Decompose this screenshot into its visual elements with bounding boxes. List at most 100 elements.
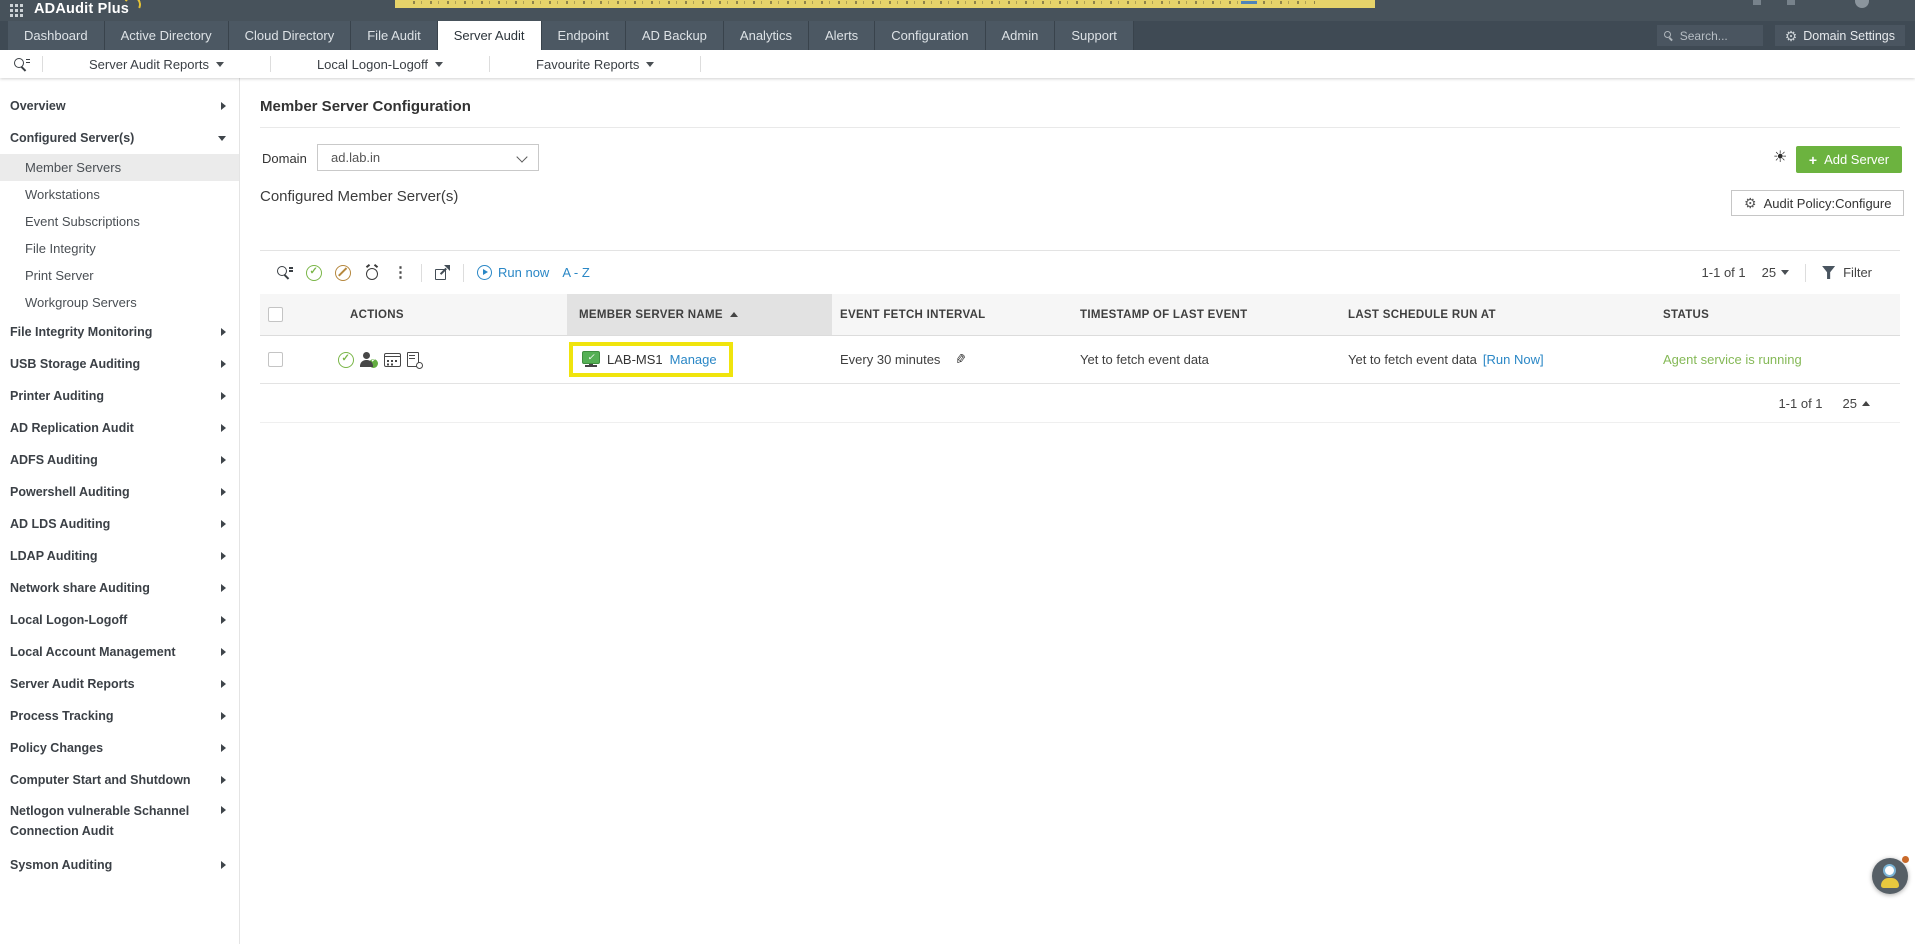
global-search-input[interactable]: Search... [1656,25,1763,46]
sidebar-item-server-audit-reports[interactable]: Server Audit Reports [0,668,239,700]
export-icon[interactable] [435,265,450,280]
apps-grid-icon[interactable] [10,4,23,17]
domain-select[interactable]: ad.lab.in [317,144,539,171]
reports-bar: Server Audit Reports Local Logon-Logoff … [0,50,1915,78]
app-logo: ADAudit Plus [34,1,130,17]
footer-page-size-select[interactable]: 25 [1843,396,1870,411]
audit-policy-configure-button[interactable]: ⚙ Audit Policy:Configure [1731,190,1905,216]
tab-dashboard[interactable]: Dashboard [8,21,105,50]
enabled-status-icon[interactable] [338,351,354,368]
tab-file-audit[interactable]: File Audit [351,21,438,50]
tab-analytics[interactable]: Analytics [723,21,809,50]
row-checkbox[interactable] [268,352,283,367]
divider [463,263,464,282]
tab-endpoint[interactable]: Endpoint [541,21,626,50]
sidebar-item-ad-lds-auditing[interactable]: AD LDS Auditing [0,508,239,540]
sidebar-item-policy-changes[interactable]: Policy Changes [0,732,239,764]
user-avatar-icon[interactable] [1855,0,1869,8]
tab-server-audit[interactable]: Server Audit [437,21,542,50]
menu-server-audit-reports[interactable]: Server Audit Reports [55,57,258,72]
tab-alerts[interactable]: Alerts [808,21,876,50]
manage-agent-icon[interactable] [360,351,378,368]
report-search-icon[interactable] [13,56,30,73]
table-row: LAB-MS1 Manage Every 30 minutes Yet to f… [260,336,1900,384]
sidebar-item-process-tracking[interactable]: Process Tracking [0,700,239,732]
audit-report-icon[interactable] [407,352,423,369]
select-all-checkbox[interactable] [268,307,283,322]
menu-favourite-reports[interactable]: Favourite Reports [502,57,688,72]
schedule-icon[interactable] [384,352,401,367]
sidebar-item-adfs-auditing[interactable]: ADFS Auditing [0,444,239,476]
run-now-link[interactable]: [Run Now] [1483,352,1544,367]
sidebar-item-configured-servers[interactable]: Configured Server(s) [0,122,239,154]
tab-ad-backup[interactable]: AD Backup [625,21,724,50]
member-server-cell: LAB-MS1 Manage [567,342,832,377]
section-title: Configured Member Server(s) [260,188,459,205]
sidebar-item-local-account-management[interactable]: Local Account Management [0,636,239,668]
sidebar-item-label: Network share Auditing [10,581,150,595]
sidebar-item-label: AD LDS Auditing [10,517,111,531]
sidebar-item-overview[interactable]: Overview [0,90,239,122]
more-options-icon[interactable]: ⋮ [393,264,408,281]
sidebar-item-ldap-auditing[interactable]: LDAP Auditing [0,540,239,572]
filter-button[interactable]: Filter [1822,265,1872,280]
column-header-member-server-name[interactable]: MEMBER SERVER NAME [567,294,832,335]
chevron-down-icon [516,151,528,163]
timestamp-cell: Yet to fetch event data [1080,352,1209,367]
footer-page-info: 1-1 of 1 [1778,395,1823,411]
sidebar-item-sysmon-auditing[interactable]: Sysmon Auditing [0,849,239,881]
table-header-row: ACTIONS MEMBER SERVER NAME EVENT FETCH I… [260,294,1900,336]
chevron-right-icon [221,488,226,496]
sidebar-item-print-server[interactable]: Print Server [0,262,239,289]
tab-admin[interactable]: Admin [985,21,1056,50]
tab-support[interactable]: Support [1055,21,1134,50]
chevron-right-icon [221,776,226,784]
notification-banner [395,0,1375,8]
search-placeholder: Search... [1679,28,1728,43]
sidebar-item-local-logon-logoff[interactable]: Local Logon-Logoff [0,604,239,636]
add-server-button[interactable]: + Add Server [1796,146,1902,173]
sidebar-item-netlogon-schannel-audit[interactable]: Netlogon vulnerable Schannel Connection … [0,796,239,849]
sidebar-item-file-integrity[interactable]: File Integrity [0,235,239,262]
assistant-bot-button[interactable] [1872,856,1909,894]
domain-settings-button[interactable]: ⚙ Domain Settings [1774,25,1905,46]
sidebar-item-computer-start-shutdown[interactable]: Computer Start and Shutdown [0,764,239,796]
sidebar-item-usb-storage-auditing[interactable]: USB Storage Auditing [0,348,239,380]
sidebar-item-printer-auditing[interactable]: Printer Auditing [0,380,239,412]
chevron-right-icon [221,861,226,869]
edit-pencil-icon[interactable] [956,351,968,368]
sidebar-item-member-servers[interactable]: Member Servers [0,154,239,181]
enable-icon[interactable] [306,264,322,281]
menu-local-logon-logoff[interactable]: Local Logon-Logoff [283,57,477,72]
chevron-right-icon [221,584,226,592]
search-icon [1663,30,1674,41]
tab-cloud-directory[interactable]: Cloud Directory [228,21,352,50]
tab-active-directory[interactable]: Active Directory [104,21,229,50]
sidebar-item-workstations[interactable]: Workstations [0,181,239,208]
sidebar-item-file-integrity-monitoring[interactable]: File Integrity Monitoring [0,316,239,348]
sidebar-item-network-share-auditing[interactable]: Network share Auditing [0,572,239,604]
sidebar-item-label: Workgroup Servers [25,295,137,310]
tips-bulb-icon[interactable]: ☀ [1773,147,1787,167]
sidebar-item-label: Sysmon Auditing [10,858,113,872]
sidebar-item-event-subscriptions[interactable]: Event Subscriptions [0,208,239,235]
sort-az-button[interactable]: A - Z [562,265,589,280]
tab-configuration[interactable]: Configuration [875,21,986,50]
disable-icon[interactable] [335,264,351,281]
schedule-alarm-icon[interactable] [364,263,380,281]
page-size-select[interactable]: 25 [1762,265,1790,280]
run-now-button[interactable]: Run now [477,265,549,280]
sidebar-item-ad-replication-audit[interactable]: AD Replication Audit [0,412,239,444]
plus-icon: + [1808,151,1818,168]
sidebar-item-label: File Integrity [25,241,96,256]
manage-link[interactable]: Manage [670,352,717,367]
sidebar-item-label: AD Replication Audit [10,421,134,435]
sidebar-item-workgroup-servers[interactable]: Workgroup Servers [0,289,239,316]
divider [700,56,702,72]
search-in-table-icon[interactable] [276,264,293,281]
main-nav: Dashboard Active Directory Cloud Directo… [0,21,1915,50]
sidebar-item-powershell-auditing[interactable]: Powershell Auditing [0,476,239,508]
filter-label: Filter [1843,265,1872,280]
chevron-down-icon [646,61,655,67]
sidebar-item-label: Event Subscriptions [25,214,140,229]
